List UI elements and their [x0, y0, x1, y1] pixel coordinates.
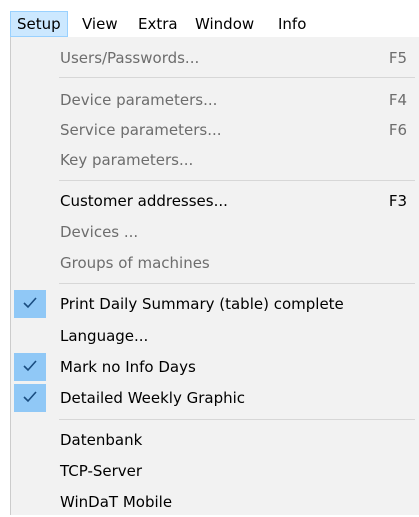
- menu-item-devices[interactable]: Devices ...: [12, 217, 418, 247]
- menu-separator: [59, 77, 415, 78]
- menu-item-label: Customer addresses...: [60, 192, 228, 210]
- menu-item-label: TCP-Server: [60, 462, 143, 480]
- menu-item-label: Language...: [60, 327, 149, 345]
- checkmark-icon: [14, 384, 46, 412]
- menu-item-shortcut: F5: [388, 49, 407, 67]
- menu-item-key-parameters[interactable]: Key parameters...: [12, 145, 418, 175]
- menu-item-label: Mark no Info Days: [60, 358, 196, 376]
- menubar-extra[interactable]: Extra: [132, 11, 184, 37]
- menu-item-shortcut: F4: [388, 91, 407, 109]
- menu-item-label: Key parameters...: [60, 151, 194, 169]
- menu-item-tcp-server[interactable]: TCP-Server: [12, 456, 418, 486]
- menu-item-customer-addresses[interactable]: Customer addresses... F3: [12, 186, 418, 216]
- menu-item-label: Device parameters...: [60, 91, 218, 109]
- menu-bar: Setup View Extra Window Info: [0, 0, 419, 37]
- menu-separator: [59, 283, 415, 284]
- checkmark-icon: [14, 290, 46, 318]
- menu-item-mark-no-info-days[interactable]: Mark no Info Days: [12, 352, 418, 382]
- menubar-view[interactable]: View: [76, 11, 124, 37]
- menu-item-label: Devices ...: [60, 223, 139, 241]
- menu-item-label: Service parameters...: [60, 121, 222, 139]
- menu-item-datenbank[interactable]: Datenbank: [12, 425, 418, 455]
- menubar-setup[interactable]: Setup: [10, 11, 68, 37]
- menu-item-print-daily-summary[interactable]: Print Daily Summary (table) complete: [12, 289, 418, 319]
- menu-item-language[interactable]: Language...: [12, 321, 418, 351]
- menu-item-shortcut: F3: [388, 192, 407, 210]
- setup-dropdown-menu: Users/Passwords... F5 Device parameters.…: [10, 37, 419, 515]
- menu-item-label: Users/Passwords...: [60, 49, 200, 67]
- menubar-info[interactable]: Info: [272, 11, 312, 37]
- menu-item-label: Datenbank: [60, 431, 143, 449]
- menu-item-groups-of-machines[interactable]: Groups of machines: [12, 248, 418, 278]
- menu-item-label: Groups of machines: [60, 254, 210, 272]
- menu-item-label: WinDaT Mobile: [60, 493, 173, 511]
- menubar-window[interactable]: Window: [189, 11, 260, 37]
- checkmark-icon: [14, 353, 46, 381]
- menu-item-device-parameters[interactable]: Device parameters... F4: [12, 85, 418, 115]
- menu-separator: [59, 419, 415, 420]
- menu-item-users-passwords[interactable]: Users/Passwords... F5: [12, 43, 418, 73]
- menu-separator: [59, 180, 415, 181]
- menu-item-shortcut: F6: [388, 121, 407, 139]
- menu-item-label: Print Daily Summary (table) complete: [60, 295, 344, 313]
- menu-item-detailed-weekly-graphic[interactable]: Detailed Weekly Graphic: [12, 383, 418, 413]
- menu-item-service-parameters[interactable]: Service parameters... F6: [12, 115, 418, 145]
- menu-item-label: Detailed Weekly Graphic: [60, 389, 246, 407]
- menu-item-windat-mobile[interactable]: WinDaT Mobile: [12, 487, 418, 517]
